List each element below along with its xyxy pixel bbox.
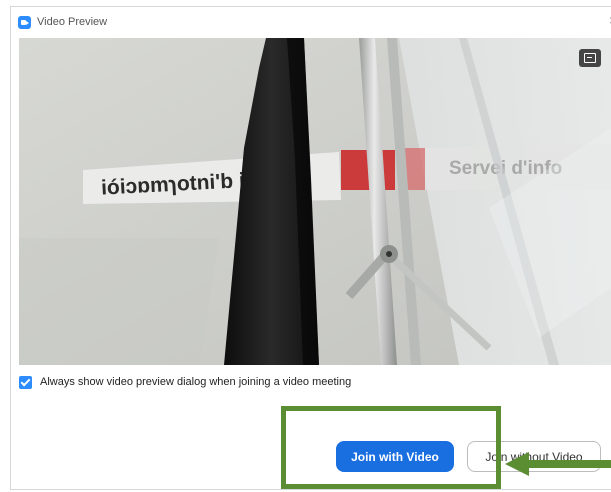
join-without-video-button[interactable]: Join without Video	[467, 441, 601, 472]
always-show-preview-option[interactable]: Always show video preview dialog when jo…	[19, 373, 351, 391]
title-bar: Video Preview ×	[11, 7, 611, 41]
pole-bolt	[386, 251, 392, 257]
virtual-background-icon[interactable]	[579, 49, 601, 67]
camera-feed: ióiɔɒmɿotni'b i Servei d'info	[19, 38, 611, 365]
join-with-video-button[interactable]: Join with Video	[336, 441, 454, 472]
screen: Video Preview ×	[0, 0, 611, 492]
wall-shade	[19, 238, 219, 365]
camera-preview: ióiɔɒmɿotni'b i Servei d'info	[19, 38, 611, 365]
zoom-camera-icon	[18, 16, 31, 29]
always-show-preview-label: Always show video preview dialog when jo…	[40, 376, 352, 388]
always-show-preview-checkbox[interactable]	[19, 375, 32, 389]
window-title: Video Preview	[37, 16, 108, 28]
